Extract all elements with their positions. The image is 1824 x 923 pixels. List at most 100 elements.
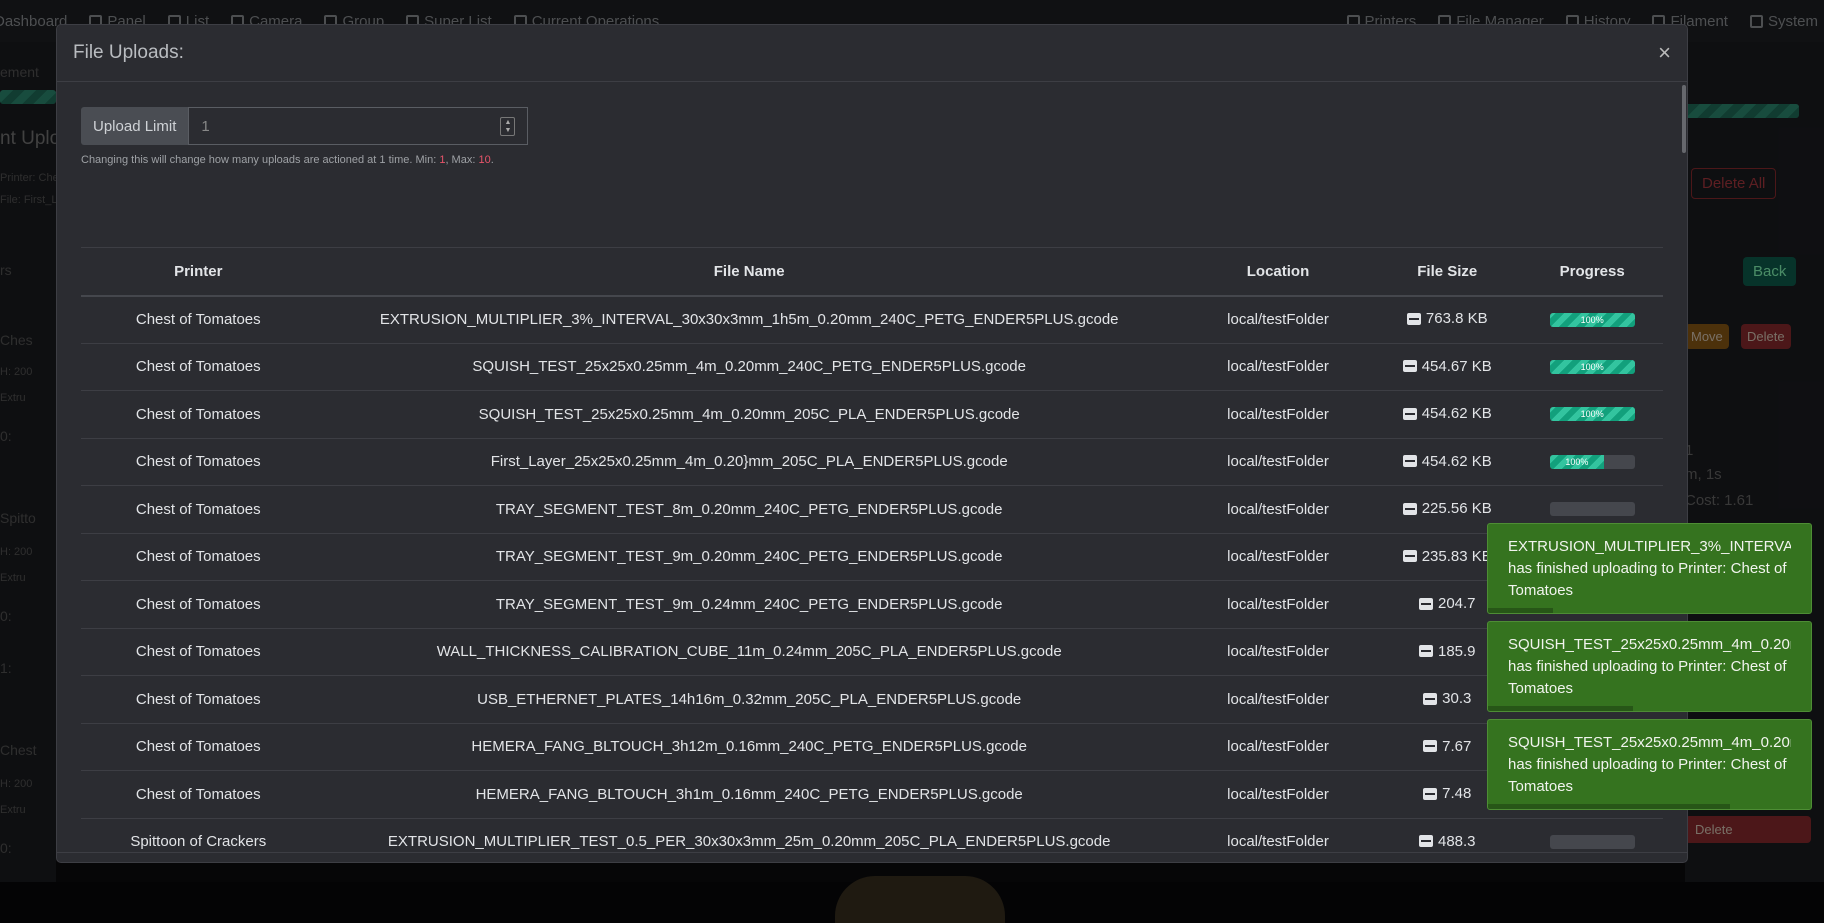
table-row: Chest of Tomatoes WALL_THICKNESS_CALIBRAT… [81,628,1663,676]
file-name-cell: TRAY_SEGMENT_TEST_9m_0.24mm_240C_PETG_EN… [315,580,1183,629]
hdd-icon [1402,407,1417,420]
upload-limit-group: Upload Limit 1 ▲ ▼ [81,107,529,145]
file-name-cell: EXTRUSION_MULTIPLIER_TEST_0.5_PER_30x30x… [315,818,1183,854]
file-size-cell: 454.67 KB [1373,343,1522,391]
printer-cell: Chest of Tomatoes [81,628,316,676]
file-name-cell: TRAY_SEGMENT_TEST_9m_0.20mm_240C_PETG_EN… [315,533,1183,581]
hdd-icon [1402,360,1417,372]
hdd-icon [1418,645,1433,657]
printer-cell: Chest of Tomatoes [81,390,316,439]
upload-limit-label: Upload Limit [81,107,189,145]
location-cell: local/testFolder [1182,438,1374,486]
toast-message: has finished uploading to Printer: Chest… [1508,756,1787,795]
upload-limit-input[interactable]: 1 ▲ ▼ [188,107,529,145]
file-size-value: 204.7 [1437,595,1476,612]
file-name-cell: SQUISH_TEST_25x25x0.25mm_4m_0.20mm_240C_… [315,343,1183,391]
file-name-cell: HEMERA_FANG_BLTOUCH_3h12m_0.16mm_240C_PE… [315,723,1183,771]
file-size-value: 235.83 KB [1421,547,1492,565]
table-row: Chest of Tomatoes TRAY_SEGMENT_TEST_9m_0.… [81,533,1663,581]
hdd-icon [1402,502,1417,515]
number-spinner-icon[interactable]: ▲ ▼ [500,116,516,136]
file-size-cell: 763.8 KB [1373,295,1522,344]
table-row: Chest of Tomatoes EXTRUSION_MULTIPLIER_3%… [81,295,1663,344]
toast-filename: SQUISH_TEST_25x25x0.25mm_4m_0.20mm_2 [1508,734,1791,751]
file-name-cell: First_Layer_25x25x0.25mm_4m_0.20}mm_205C… [315,438,1183,486]
file-size-value: 7.67 [1442,737,1472,755]
progress-bar: 100% [1549,454,1635,469]
file-size-cell: 454.62 KB [1373,438,1522,486]
file-name-cell: EXTRUSION_MULTIPLIER_3%_INTERVAL_30x30x3… [315,295,1183,344]
printer-cell: Chest of Tomatoes [81,675,316,724]
location-cell: local/testFolder [1182,675,1374,724]
location-cell: local/testFolder [1182,580,1374,629]
progress-fill: 100% [1549,312,1635,327]
progress-cell: 100% [1521,343,1663,391]
location-cell: local/testFolder [1182,818,1374,854]
header-location: Location [1182,247,1374,297]
file-name-cell: HEMERA_FANG_BLTOUCH_3h1m_0.16mm_240C_PET… [315,770,1183,819]
printer-cell: Chest of Tomatoes [81,343,316,391]
progress-bar: 100% [1549,407,1635,422]
progress-fill: 100% [1549,407,1635,422]
file-name-cell: SQUISH_TEST_25x25x0.25mm_4m_0.20mm_205C_… [315,390,1183,439]
progress-fill: 100% [1549,359,1635,374]
location-cell: local/testFolder [1182,533,1374,581]
location-cell: local/testFolder [1182,723,1374,771]
toast-filename: SQUISH_TEST_25x25x0.25mm_4m_0.20mm_2 [1508,636,1791,653]
progress-fill: 100% [1549,454,1605,469]
upload-complete-toast[interactable]: EXTRUSION_MULTIPLIER_3%_INTERVAL_30xhas … [1487,523,1812,614]
hdd-icon [1406,312,1421,325]
location-cell: local/testFolder [1182,295,1374,344]
upload-limit-help-text: Changing this will change how many uploa… [81,154,494,166]
file-name-cell: TRAY_SEGMENT_TEST_8m_0.20mm_240C_PETG_EN… [315,485,1183,534]
header-printer: Printer [81,247,316,297]
location-cell: local/testFolder [1182,343,1374,391]
progress-cell: 100% [1521,295,1663,344]
file-size-value: 7.48 [1442,785,1472,802]
printer-cell: Chest of Tomatoes [81,770,316,819]
printer-cell: Chest of Tomatoes [81,295,316,344]
header-progress: Progress [1521,247,1663,297]
hdd-icon [1423,692,1438,705]
toast-timer-bar [1488,804,1731,809]
hdd-icon [1402,550,1417,562]
upload-complete-toast[interactable]: SQUISH_TEST_25x25x0.25mm_4m_0.20mm_2has … [1487,719,1812,810]
file-name-cell: WALL_THICKNESS_CALIBRATION_CUBE_11m_0.24… [315,628,1183,676]
progress-bar: 100% [1549,312,1635,327]
location-cell: local/testFolder [1182,770,1374,819]
location-cell: local/testFolder [1182,390,1374,439]
file-size-value: 488.3 [1437,832,1476,850]
printer-cell: Chest of Tomatoes [81,438,316,486]
progress-bar [1549,834,1635,849]
printer-cell: Chest of Tomatoes [81,485,316,534]
upload-complete-toast[interactable]: SQUISH_TEST_25x25x0.25mm_4m_0.20mm_2has … [1487,621,1812,712]
progress-cell [1521,818,1663,854]
file-uploads-modal: File Uploads: × Upload Limit 1 ▲ ▼ Changi… [56,24,1688,863]
scrollbar-thumb[interactable] [1682,85,1686,153]
hdd-icon [1402,455,1417,467]
progress-cell: 100% [1521,390,1663,439]
file-size-value: 454.67 KB [1421,357,1492,375]
toast-timer-bar [1488,608,1553,613]
file-size-value: 454.62 KB [1421,405,1492,422]
file-size-value: 454.62 KB [1421,452,1492,470]
table-row: Chest of Tomatoes SQUISH_TEST_25x25x0.25m… [81,343,1663,391]
hdd-icon [1423,740,1438,752]
table-row: Chest of Tomatoes First_Layer_25x25x0.25m… [81,438,1663,486]
close-icon[interactable]: × [1658,42,1671,64]
progress-bar [1549,502,1635,517]
printer-cell: Chest of Tomatoes [81,533,316,581]
file-size-cell: 488.3 [1373,818,1522,854]
max-value: 10 [478,154,491,166]
location-cell: local/testFolder [1182,485,1374,534]
header-file-size: File Size [1373,247,1522,297]
hdd-icon [1423,787,1438,800]
modal-body: Upload Limit 1 ▲ ▼ Changing this will cha… [57,83,1687,854]
file-size-value: 763.8 KB [1425,310,1488,328]
modal-header: File Uploads: × [57,25,1687,82]
file-size-value: 225.56 KB [1421,500,1492,517]
table-header-row: Printer File Name Location File Size Pro… [81,247,1663,297]
printer-cell: Spittoon of Crackers [81,818,316,854]
progress-bar: 100% [1549,359,1635,374]
file-size-cell: 454.62 KB [1373,390,1522,439]
